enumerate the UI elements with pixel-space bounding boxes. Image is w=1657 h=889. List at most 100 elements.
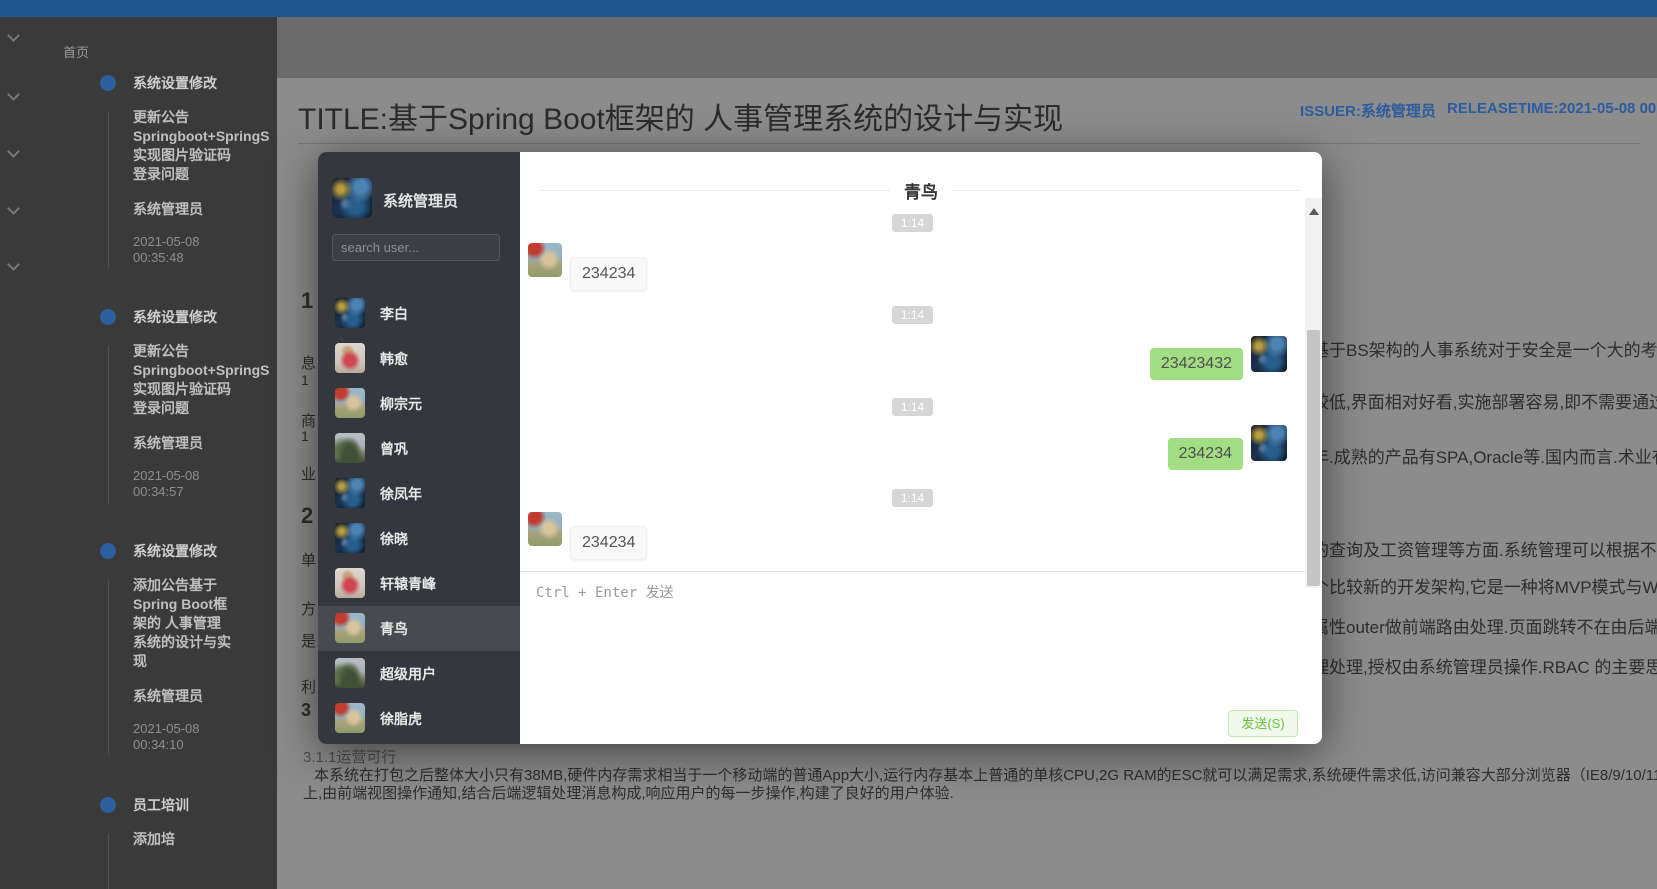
user-avatar [335,478,365,508]
current-user-name: 系统管理员 [383,190,458,211]
timeline-item-body: 更新公告Springboot+SpringS实现图片验证码登录问题 [133,342,277,418]
message-bubble: 234234 [570,526,647,560]
input-area-divider [520,571,1305,572]
timeline-item-author: 系统管理员 [133,688,277,705]
article-text-fragment: 较低,界面相对好看,实施部署容易,即不需要通过SaaS平台 [1312,388,1657,413]
message-input[interactable] [524,574,1224,704]
send-button[interactable]: 发送(S) [1228,710,1298,737]
user-name: 李白 [380,304,408,324]
timeline-body-line: 登录问题 [133,399,277,418]
timeline-body-line: 现 [133,652,277,671]
user-list-item-李白[interactable]: 李白 [318,291,520,336]
timeline-body-line: 添加培 [133,830,277,849]
article-text-fragment: 1 [301,428,309,444]
timeline-body-line: Spring Boot框 [133,595,277,614]
chevron-down-icon[interactable] [7,202,20,215]
timeline-date-line: 00:34:57 [133,484,277,500]
article-text-fragment: 息 [301,352,316,373]
timeline-sidebar: 首页 系统设置修改更新公告Springboot+SpringS实现图片验证码登录… [0,17,277,889]
article-title: TITLE:基于Spring Boot框架的 人事管理系统的设计与实现 [298,94,1063,138]
timeline-date-line: 2021-05-08 [133,468,277,484]
user-list-item-青鸟[interactable]: 青鸟 [318,606,520,651]
user-name: 青鸟 [380,619,408,639]
user-avatar [335,343,365,373]
timeline-item-body: 添加培 [133,830,277,849]
timeline-item-author: 系统管理员 [133,201,277,218]
chat-scrollbar-thumb[interactable] [1307,330,1320,586]
chat-user-panel: 系统管理员 李白韩愈柳宗元曾巩徐凤年徐晓轩辕青峰青鸟超级用户徐脂虎 [318,152,520,744]
message-bubble: 234234 [1168,438,1243,470]
article-text-fragment: 年.成熟的产品有SPA,Oracle等.国内而言.术业有专攻.不同 [1312,443,1657,468]
message-avatar [528,512,562,546]
home-menu-item[interactable]: 首页 [63,42,89,61]
timeline-line [108,834,109,889]
user-list-item-超级用户[interactable]: 超级用户 [318,651,520,696]
timeline-item: 系统设置修改更新公告Springboot+SpringS实现图片验证码登录问题系… [133,75,277,266]
timeline-line [108,112,109,268]
timeline-item-date: 2021-05-0800:34:10 [133,721,277,753]
timeline-item-date: 2021-05-0800:34:57 [133,468,277,500]
article-text-fragment: 2 [301,503,313,529]
timeline-dot [100,797,116,813]
timeline-item-author: 系统管理员 [133,435,277,452]
user-list-item-韩愈[interactable]: 韩愈 [318,336,520,381]
user-avatar [335,298,365,328]
message-timestamp: 1:14 [892,398,933,416]
timeline-date-line: 00:35:48 [133,250,277,266]
timeline-body-line: Springboot+SpringS [133,127,277,146]
title-divider [298,143,1640,144]
user-list-item-徐脂虎[interactable]: 徐脂虎 [318,696,520,741]
timeline-item-body: 添加公告基于Spring Boot框架的 人事管理系统的设计与实现 [133,576,277,671]
user-list-item-徐晓[interactable]: 徐晓 [318,516,520,561]
article-release-time: RELEASETIME:2021-05-08 00:3 [1447,100,1657,117]
user-list-item-轩辕青峰[interactable]: 轩辕青峰 [318,561,520,606]
timeline-dot [100,543,116,559]
article-paragraph-line: 上,由前端视图操作通知,结合后端逻辑处理消息构成,响应用户的每一步操作,构建了良… [303,782,954,803]
article-text-fragment: 1 [301,372,309,388]
timeline-body-line: 更新公告 [133,342,277,361]
article-text-fragment: 是 [301,630,316,651]
article-text-fragment: 的查询及工资管理等方面.系统管理可以根据不同的角色分配 [1312,536,1657,561]
user-avatar [335,523,365,553]
user-name: 轩辕青峰 [380,574,436,594]
article-text-fragment: 理处理,授权由系统管理员操作.RBAC 的主要思想是：权限是 [1312,653,1657,678]
timeline-body-line: 更新公告 [133,108,277,127]
article-text-fragment: 业 [301,463,316,484]
user-name: 徐凤年 [380,484,422,504]
article-text-fragment: 个比较新的开发架构,它是一种将MVP模式与WPF相结合应 [1312,573,1657,598]
user-avatar [335,613,365,643]
chevron-down-icon[interactable] [7,29,20,42]
user-avatar [335,658,365,688]
user-list-item-徐凤年[interactable]: 徐凤年 [318,471,520,516]
article-text-fragment: 基于BS架构的人事系统对于安全是一个大的考验点.在人事 [1312,336,1657,361]
message-bubble: 23423432 [1150,348,1243,380]
chevron-down-icon[interactable] [7,88,20,101]
user-avatar [335,388,365,418]
message-timestamp: 1:14 [892,489,933,507]
timeline-date-line: 00:34:10 [133,737,277,753]
user-name: 柳宗元 [380,394,422,414]
timeline-item-title: 系统设置修改 [133,543,277,560]
user-name: 超级用户 [380,664,436,684]
message-avatar [528,243,562,277]
search-user-input[interactable] [332,234,500,261]
timeline-body-line: 添加公告基于 [133,576,277,595]
timeline-item-body: 更新公告Springboot+SpringS实现图片验证码登录问题 [133,108,277,184]
current-user-avatar [332,178,372,218]
timeline-date-line: 2021-05-08 [133,721,277,737]
chevron-down-icon[interactable] [7,258,20,271]
timeline-date-line: 2021-05-08 [133,234,277,250]
user-list-item-柳宗元[interactable]: 柳宗元 [318,381,520,426]
timeline-item-date: 2021-05-0800:35:48 [133,234,277,266]
scroll-up-icon[interactable] [1309,208,1319,215]
timeline-item-title: 系统设置修改 [133,309,277,326]
article-text-fragment: 3 [301,700,311,721]
timeline-body-line: 实现图片验证码 [133,380,277,399]
article-text-fragment: 利 [301,676,316,697]
user-name: 曾巩 [380,439,408,459]
user-list-item-曾巩[interactable]: 曾巩 [318,426,520,471]
timeline-item: 系统设置修改更新公告Springboot+SpringS实现图片验证码登录问题系… [133,309,277,500]
user-name: 韩愈 [380,349,408,369]
timeline-body-line: Springboot+SpringS [133,361,277,380]
chevron-down-icon[interactable] [7,145,20,158]
